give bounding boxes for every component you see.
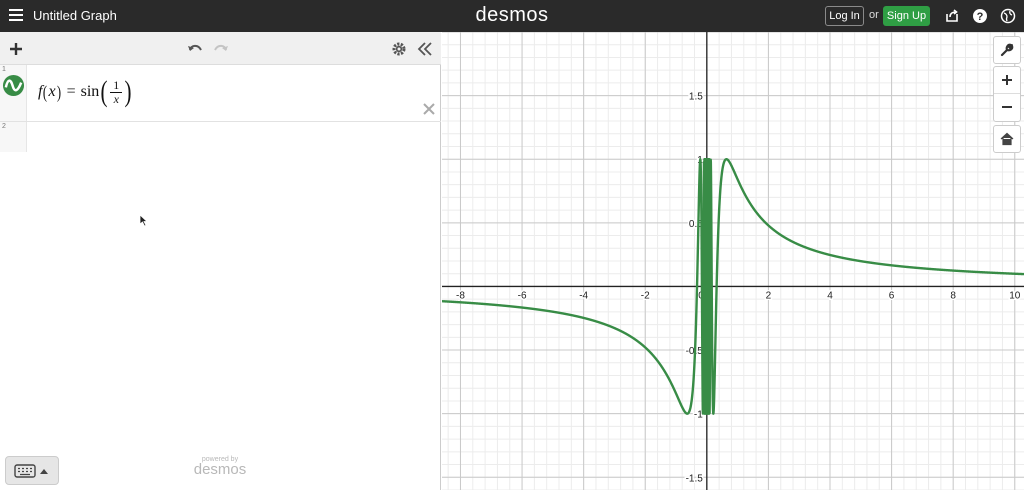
add-icon[interactable]	[7, 40, 25, 58]
expression-gutter: 1	[0, 65, 27, 121]
signup-button[interactable]: Sign Up	[883, 6, 930, 26]
x-tick-labels: -8 -6 -4 -2 0 2 4 6 8 10	[455, 289, 1023, 303]
redo-icon[interactable]	[212, 40, 230, 58]
home-icon	[1000, 132, 1014, 146]
login-button[interactable]: Log In	[825, 6, 864, 26]
expression-panel: 1 f ( x ) = sin ( 1 x ) 2 powered by des…	[0, 32, 441, 490]
zoom-in-button[interactable]	[994, 67, 1020, 93]
powered-by-brand: desmos	[193, 461, 247, 478]
zoom-out-icon	[1002, 106, 1012, 108]
fraction-numerator: 1	[110, 78, 123, 93]
wrench-icon	[1000, 43, 1014, 57]
gear-icon[interactable]	[390, 40, 408, 58]
equals-sign: =	[66, 83, 76, 100]
y-tick-label: -1.5	[686, 473, 704, 484]
expression-item-empty[interactable]: 2	[0, 122, 441, 152]
x-tick-label: 10	[1009, 290, 1021, 301]
delete-expression-icon[interactable]	[421, 101, 437, 117]
graph-color-toggle-icon[interactable]	[2, 74, 25, 97]
menu-icon[interactable]	[9, 9, 23, 21]
sin-function: sin	[80, 83, 100, 100]
graph-canvas[interactable]: -8 -6 -4 -2 0 2 4 6 8 10 1.510.5-0.5-1-1.5	[440, 31, 1024, 491]
zoom-out-button[interactable]	[994, 93, 1020, 119]
function-name: f	[38, 83, 43, 100]
x-tick-label: -8	[456, 290, 465, 301]
graph-settings-button[interactable]	[994, 37, 1020, 63]
graph-area[interactable]: -8 -6 -4 -2 0 2 4 6 8 10 1.5 1 0.5 -0.5 -1 -1.5	[440, 31, 1024, 491]
x-tick-label: -6	[518, 290, 527, 301]
x-tick-label: 8	[950, 290, 956, 301]
zoom-controls	[993, 66, 1021, 122]
graph-title[interactable]: Untitled Graph	[33, 8, 117, 23]
function-var: x	[48, 83, 56, 100]
keypad-toggle-button[interactable]	[5, 456, 59, 485]
powered-by-desmos: powered by desmos	[190, 456, 250, 477]
keyboard-icon	[14, 464, 36, 478]
x-tick-label: -4	[579, 290, 588, 301]
zoom-in-icon	[1002, 75, 1012, 85]
globe-icon[interactable]	[1000, 8, 1016, 24]
expression-toolbar	[0, 32, 441, 65]
top-bar: Untitled Graph desmos Log In or Sign Up …	[0, 0, 1024, 32]
expression-index: 1	[2, 66, 6, 73]
collapse-panel-icon[interactable]	[416, 40, 434, 58]
mouse-cursor-icon	[139, 214, 149, 227]
help-icon[interactable]: ?	[972, 8, 988, 24]
fraction-denominator: x	[113, 91, 119, 106]
or-text: or	[869, 9, 879, 21]
graph-settings-box	[993, 36, 1021, 64]
x-tick-label: 6	[889, 290, 895, 301]
expression-index: 2	[2, 123, 6, 130]
default-viewport-button[interactable]	[994, 126, 1020, 152]
expression-math[interactable]: f ( x ) = sin ( 1 x )	[38, 77, 133, 107]
share-icon[interactable]	[944, 8, 960, 24]
expression-gutter: 2	[0, 122, 27, 152]
x-tick-label: 2	[766, 290, 772, 301]
minor-gridlines	[442, 32, 1024, 491]
svg-text:?: ?	[977, 11, 984, 23]
x-tick-label: -2	[641, 290, 650, 301]
fraction: 1 x	[110, 78, 123, 106]
caret-up-icon	[40, 469, 48, 474]
expression-item[interactable]: 1 f ( x ) = sin ( 1 x )	[0, 65, 441, 122]
undo-icon[interactable]	[186, 40, 204, 58]
x-tick-label: 4	[827, 290, 833, 301]
y-tick-label: 1.5	[689, 92, 703, 103]
home-box	[993, 125, 1021, 153]
